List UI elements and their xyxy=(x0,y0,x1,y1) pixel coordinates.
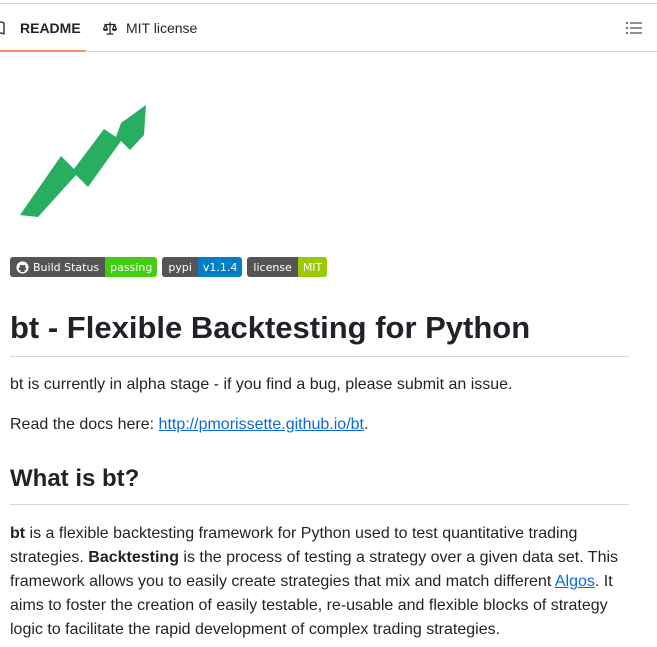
alpha-notice: bt is currently in alpha stage - if you … xyxy=(10,376,513,393)
license-badge-value: MIT xyxy=(297,257,328,277)
backtesting-bold: Backtesting xyxy=(88,549,179,566)
license-badge[interactable]: license MIT xyxy=(247,257,328,277)
active-tab-underline xyxy=(0,50,86,52)
algos-link[interactable]: Algos xyxy=(555,573,595,590)
trend-arrow-icon xyxy=(20,105,146,217)
build-status-badge-label: Build Status xyxy=(33,260,100,274)
github-icon xyxy=(16,260,29,274)
pypi-badge-value: v1.1.4 xyxy=(197,257,243,277)
pypi-badge[interactable]: pypi v1.1.4 xyxy=(162,257,243,277)
readme-content: bt - Flexible Backtesting for Python bt … xyxy=(10,306,629,642)
docs-prefix: Read the docs here: xyxy=(10,416,159,433)
pypi-badge-label: pypi xyxy=(162,257,198,277)
docs-suffix: . xyxy=(364,416,369,433)
tab-readme-label: README xyxy=(20,19,81,36)
list-unordered-icon[interactable] xyxy=(625,20,643,36)
what-is-bt-heading: What is bt? xyxy=(10,463,629,505)
description-paragraph: bt is a flexible backtesting framework f… xyxy=(10,522,629,642)
build-status-badge-value: passing xyxy=(105,257,158,277)
tab-readme[interactable]: README xyxy=(0,4,86,52)
book-icon xyxy=(0,20,5,35)
readme-title: bt - Flexible Backtesting for Python xyxy=(10,306,629,357)
law-scale-icon xyxy=(102,21,118,35)
tab-license[interactable]: MIT license xyxy=(102,4,197,51)
docs-link[interactable]: http://pmorissette.github.io/bt xyxy=(159,416,364,433)
badges-row: Build Status passing pypi v1.1.4 license… xyxy=(10,257,328,277)
readme-tab-bar: README MIT license xyxy=(0,4,657,52)
license-badge-label: license xyxy=(247,257,298,277)
build-status-badge[interactable]: Build Status passing xyxy=(10,257,158,277)
docs-paragraph: Read the docs here: http://pmorissette.g… xyxy=(10,413,629,437)
tab-license-label: MIT license xyxy=(126,19,198,36)
bt-bold: bt xyxy=(10,525,26,542)
